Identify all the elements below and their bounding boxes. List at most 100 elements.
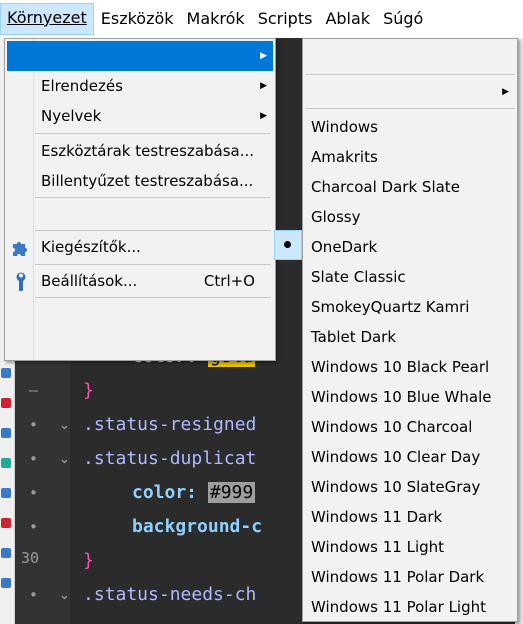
theme-item[interactable]: Windows 10 Black Pearl xyxy=(305,352,515,382)
toolbar-icon[interactable] xyxy=(1,428,11,438)
menu-item-label: Kiegészítők... xyxy=(41,238,141,256)
menu-item-label: Nyelvek xyxy=(41,107,102,125)
menu-ablak[interactable]: Ablak xyxy=(319,4,376,34)
submenu-item[interactable] xyxy=(305,43,515,73)
theme-item-label: Windows 10 Blue Whale xyxy=(311,388,492,406)
menu-kornyezet-label: Környezet xyxy=(7,8,87,27)
gutter-marker: • xyxy=(29,416,39,434)
theme-item-selected[interactable]: OneDark xyxy=(305,232,515,262)
theme-item[interactable]: Windows 10 SlateGray xyxy=(305,472,515,502)
menu-item-submenu[interactable]: ▶ xyxy=(7,41,273,71)
menu-item-nyelvek[interactable]: Nyelvek ▶ xyxy=(7,101,273,131)
line-number: 30 xyxy=(21,549,40,567)
menu-sugo-label: Súgó xyxy=(383,9,424,28)
theme-item-label: Charcoal Dark Slate xyxy=(311,178,460,196)
theme-item[interactable]: Windows 11 Light xyxy=(305,532,515,562)
theme-item[interactable]: Windows 11 Polar Light xyxy=(305,592,515,621)
menu-eszkozok-label: Eszközök xyxy=(100,9,174,28)
theme-item-label: Windows 11 Dark xyxy=(311,508,443,526)
submenu-item[interactable]: ▶ xyxy=(305,77,515,107)
menu-item-shortcut: Ctrl+O xyxy=(203,272,255,290)
theme-item-label: Windows 11 Polar Light xyxy=(311,598,486,616)
menu-makrok-label: Makrók xyxy=(186,9,245,28)
code-line: .status-needs-ch xyxy=(83,584,257,605)
fold-icon[interactable]: ⌄ xyxy=(59,588,70,603)
theme-item-label: Tablet Dark xyxy=(311,328,397,346)
menu-item-elrendezes[interactable]: Elrendezés ▶ xyxy=(7,71,273,101)
menu-separator xyxy=(35,133,271,134)
fold-icon[interactable]: ⌄ xyxy=(59,418,70,433)
theme-item[interactable]: Windows 11 Polar Dark xyxy=(305,562,515,592)
toolbar-icon[interactable] xyxy=(1,398,11,408)
menu-kornyezet[interactable]: Környezet xyxy=(0,3,94,35)
menu-item-label: Elrendezés xyxy=(41,77,123,95)
css-property: color: xyxy=(132,482,198,503)
wrench-icon xyxy=(12,272,30,302)
menu-item-label: Eszköztárak testreszabása... xyxy=(41,142,255,160)
chevron-right-icon: ▶ xyxy=(260,51,267,61)
theme-item-label: Windows 10 Charcoal xyxy=(311,418,473,436)
toolbar-icon[interactable] xyxy=(1,368,11,378)
code-line: .status-duplicat xyxy=(83,448,257,469)
theme-item[interactable]: Windows 10 Charcoal xyxy=(305,412,515,442)
puzzle-icon xyxy=(10,238,30,268)
selected-theme-check xyxy=(274,230,302,260)
theme-item[interactable]: Windows 11 Dark xyxy=(305,502,515,532)
fold-icon[interactable]: ⌄ xyxy=(59,452,70,467)
theme-item[interactable]: SmokeyQuartz Kamri xyxy=(305,292,515,322)
theme-item[interactable]: Amakrits xyxy=(305,142,515,172)
menu-scripts[interactable]: Scripts xyxy=(252,4,319,34)
menu-separator xyxy=(35,230,271,231)
chevron-right-icon: ▶ xyxy=(260,111,267,121)
theme-item-label: SmokeyQuartz Kamri xyxy=(311,298,470,316)
theme-item-label: Windows 10 Black Pearl xyxy=(311,358,490,376)
theme-item[interactable]: Tablet Dark xyxy=(305,322,515,352)
gutter-marker: – xyxy=(29,381,39,399)
menu-item-beallitasok[interactable]: Beállítások... Ctrl+O xyxy=(7,266,273,296)
theme-item-label: Slate Classic xyxy=(311,268,406,286)
menu-separator xyxy=(305,108,515,109)
theme-item[interactable]: Windows 10 Clear Day xyxy=(305,442,515,472)
theme-item[interactable]: Charcoal Dark Slate xyxy=(305,172,515,202)
chevron-right-icon: ▶ xyxy=(260,81,267,91)
menu-item-billentyuzet[interactable]: Billentyűzet testreszabása... xyxy=(7,166,273,196)
menu-eszkozok[interactable]: Eszközök xyxy=(95,4,180,34)
theme-item-label: Windows xyxy=(311,118,378,136)
menu-makrok[interactable]: Makrók xyxy=(181,4,251,34)
menu-separator xyxy=(35,264,271,265)
theme-item[interactable]: Windows xyxy=(305,112,515,142)
gutter-marker: • xyxy=(29,518,39,536)
menu-item-label: Billentyűzet testreszabása... xyxy=(41,172,254,190)
toolbar-icon[interactable] xyxy=(1,518,11,528)
menu-item-eszkoztarak[interactable]: Eszköztárak testreszabása... xyxy=(7,136,273,166)
code-line: color: #999 xyxy=(132,482,256,503)
menu-item-label: Beállítások... xyxy=(41,272,138,290)
toolbar-icon[interactable] xyxy=(1,488,11,498)
theme-submenu: ▶ Windows Amakrits Charcoal Dark Slate G… xyxy=(302,38,518,622)
code-line: } xyxy=(83,550,94,571)
chevron-right-icon: ▶ xyxy=(502,87,509,97)
menu-sugo[interactable]: Súgó xyxy=(377,4,429,34)
toolbar-icon[interactable] xyxy=(1,548,11,558)
menu-separator xyxy=(305,74,515,75)
theme-item-label: OneDark xyxy=(311,238,378,256)
theme-item-label: Windows 11 Light xyxy=(311,538,445,556)
theme-item-label: Windows 11 Polar Dark xyxy=(311,568,485,586)
menu-item-blank[interactable] xyxy=(7,199,273,229)
css-value: #999 xyxy=(207,482,256,503)
theme-item-label: Glossy xyxy=(311,208,361,226)
toolbar-icon[interactable] xyxy=(1,458,11,468)
code-line: background-c xyxy=(132,516,263,537)
theme-item[interactable]: Windows 10 Blue Whale xyxy=(305,382,515,412)
theme-item-label: Amakrits xyxy=(311,148,378,166)
gutter-marker: • xyxy=(29,484,39,502)
menu-item-kiegeszitok[interactable]: Kiegészítők... xyxy=(7,232,273,262)
menu-scripts-label: Scripts xyxy=(257,9,313,28)
toolbar-icon[interactable] xyxy=(1,578,11,588)
theme-item-label: Windows 10 SlateGray xyxy=(311,478,481,496)
theme-item[interactable]: Slate Classic xyxy=(305,262,515,292)
menu-separator xyxy=(35,197,271,198)
menu-item-blank[interactable] xyxy=(7,299,273,329)
theme-item[interactable]: Glossy xyxy=(305,202,515,232)
gutter-marker: • xyxy=(29,450,39,468)
